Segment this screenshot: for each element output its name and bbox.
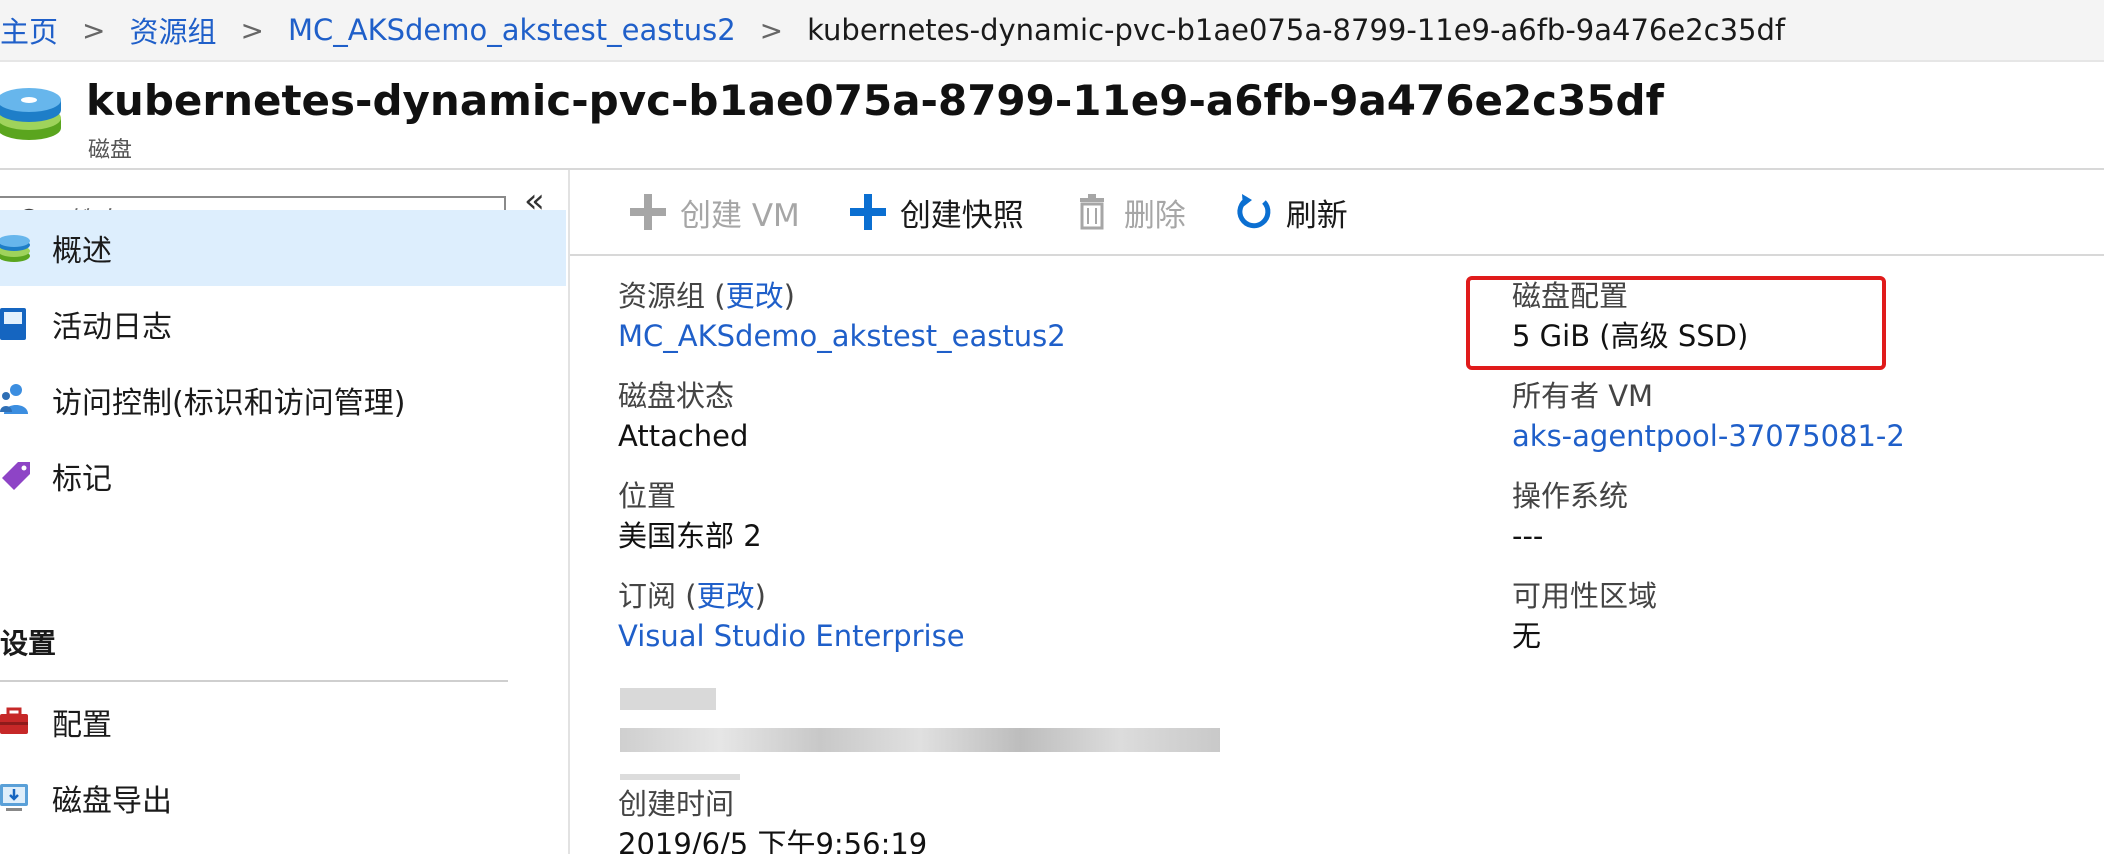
azure-portal-disk-page: 主页 > 资源组 > MC_AKSdemo_akstest_eastus2 > … bbox=[0, 0, 2104, 854]
sidebar-item-tags[interactable]: 标记 bbox=[0, 438, 566, 514]
resource-group-field: 资源组 (更改) MC_AKSdemo_akstest_eastus2 bbox=[618, 276, 1066, 356]
delete-label: 删除 bbox=[1123, 197, 1186, 234]
refresh-button[interactable]: 刷新 bbox=[1234, 190, 1348, 235]
settings-section-header: 设置 bbox=[0, 627, 57, 660]
breadcrumb-resource-groups-link[interactable]: 资源组 bbox=[129, 9, 216, 51]
sidebar-item-label: 活动日志 bbox=[52, 310, 172, 345]
sidebar-item-label: 标记 bbox=[52, 462, 112, 497]
redacted-label bbox=[620, 688, 716, 710]
create-snapshot-label: 创建快照 bbox=[899, 197, 1024, 234]
disk-icon bbox=[0, 88, 61, 140]
location-label: 位置 bbox=[618, 479, 677, 513]
plus-icon bbox=[630, 194, 666, 230]
redacted-divider bbox=[620, 774, 740, 780]
sidebar-item-label: 配置 bbox=[52, 708, 112, 743]
breadcrumb-separator: > bbox=[759, 13, 784, 47]
location-value: 美国东部 2 bbox=[618, 519, 762, 553]
owner-vm-link[interactable]: aks-agentpool-37075081-2 bbox=[1512, 416, 1905, 456]
overview-disk-icon bbox=[0, 235, 30, 262]
disk-state-value: Attached bbox=[618, 419, 749, 453]
tag-icon bbox=[2, 462, 30, 490]
section-divider bbox=[0, 680, 508, 682]
sidebar-item-disk-export[interactable]: 磁盘导出 bbox=[0, 760, 566, 836]
refresh-icon bbox=[1237, 194, 1271, 229]
resource-header: kubernetes-dynamic-pvc-b1ae075a-8799-11e… bbox=[0, 62, 2104, 170]
sidebar-item-activity-log[interactable]: 活动日志 bbox=[0, 286, 566, 362]
change-resource-group-link[interactable]: 更改 bbox=[726, 279, 784, 313]
configuration-icon bbox=[0, 707, 28, 734]
location-field: 位置 美国东部 2 bbox=[618, 476, 762, 556]
os-label: 操作系统 bbox=[1512, 479, 1629, 513]
subscription-value-link[interactable]: Visual Studio Enterprise bbox=[618, 616, 965, 656]
breadcrumb-resource-group-link[interactable]: MC_AKSdemo_akstest_eastus2 bbox=[288, 13, 736, 47]
availability-zone-value: 无 bbox=[1512, 619, 1542, 653]
subscription-label: 订阅 bbox=[618, 579, 677, 613]
breadcrumb-separator: > bbox=[240, 13, 264, 47]
paren-close: ) bbox=[783, 279, 795, 313]
page-title: kubernetes-dynamic-pvc-b1ae075a-8799-11e… bbox=[86, 76, 1664, 125]
trash-icon bbox=[1079, 194, 1104, 230]
redacted-value bbox=[620, 728, 1220, 752]
sidebar-item-configuration[interactable]: 配置 bbox=[0, 684, 566, 760]
subscription-field: 订阅 (更改) Visual Studio Enterprise bbox=[618, 576, 965, 656]
resource-type-label: 磁盘 bbox=[88, 138, 133, 163]
create-vm-label: 创建 VM bbox=[680, 197, 800, 234]
create-vm-button[interactable]: 创建 VM bbox=[628, 190, 800, 235]
disk-export-icon bbox=[0, 784, 28, 811]
owner-vm-field: 所有者 VM aks-agentpool-37075081-2 bbox=[1512, 376, 1905, 456]
change-subscription-link[interactable]: 更改 bbox=[697, 579, 755, 613]
breadcrumb: 主页 > 资源组 > MC_AKSdemo_akstest_eastus2 > … bbox=[0, 0, 2104, 62]
availability-zone-field: 可用性区域 无 bbox=[1512, 576, 1657, 656]
delete-button[interactable]: 删除 bbox=[1072, 190, 1186, 235]
disk-state-label: 磁盘状态 bbox=[618, 379, 735, 413]
breadcrumb-home-link[interactable]: 主页 bbox=[0, 9, 58, 51]
activity-log-icon bbox=[0, 308, 26, 340]
disk-state-field: 磁盘状态 Attached bbox=[618, 376, 748, 456]
command-bar: 创建 VM 创建快照 删除 刷新 bbox=[570, 170, 2104, 256]
sidebar-item-label: 磁盘导出 bbox=[52, 784, 172, 819]
owner-vm-label: 所有者 VM bbox=[1512, 379, 1654, 413]
resource-group-label: 资源组 bbox=[618, 279, 706, 313]
paren-close: ) bbox=[754, 579, 766, 613]
sidebar-item-access-control[interactable]: 访问控制(标识和访问管理) bbox=[0, 362, 566, 438]
highlight-box bbox=[1466, 276, 1886, 370]
created-time-field: 创建时间 2019/6/5 下午9:56:19 bbox=[618, 784, 927, 854]
refresh-label: 刷新 bbox=[1285, 197, 1348, 234]
access-control-icon bbox=[0, 384, 28, 414]
sidebar: « 概述 活动日志 bbox=[0, 170, 570, 854]
sidebar-item-label: 概述 bbox=[52, 234, 112, 269]
resource-group-label-row: 资源组 (更改) bbox=[618, 276, 1066, 316]
sidebar-item-label: 访问控制(标识和访问管理) bbox=[52, 386, 406, 421]
os-value: --- bbox=[1512, 519, 1544, 553]
created-time-value: 2019/6/5 下午9:56:19 bbox=[618, 827, 928, 854]
paren-open: ( bbox=[714, 279, 726, 313]
availability-zone-label: 可用性区域 bbox=[1512, 579, 1658, 613]
sidebar-item-overview[interactable]: 概述 bbox=[0, 210, 566, 286]
breadcrumb-current: kubernetes-dynamic-pvc-b1ae075a-8799-11e… bbox=[807, 13, 1786, 47]
create-snapshot-button[interactable]: 创建快照 bbox=[848, 190, 1024, 235]
breadcrumb-separator: > bbox=[82, 13, 106, 47]
resource-group-value-link[interactable]: MC_AKSdemo_akstest_eastus2 bbox=[618, 316, 1066, 356]
plus-icon bbox=[849, 194, 886, 230]
subscription-label-row: 订阅 (更改) bbox=[618, 576, 965, 616]
paren-open: ( bbox=[685, 579, 697, 613]
os-field: 操作系统 --- bbox=[1512, 476, 1628, 556]
created-time-label: 创建时间 bbox=[618, 787, 735, 821]
